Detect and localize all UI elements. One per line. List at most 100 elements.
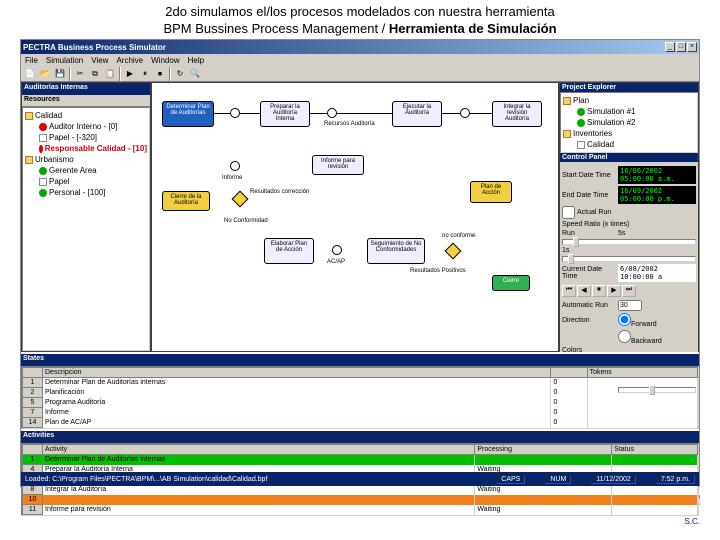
project-tree[interactable]: PlanSimulation #1Simulation #2Inventorie… bbox=[560, 92, 698, 153]
status-date: 11/12/2002 bbox=[591, 475, 636, 484]
node-plan-accion[interactable]: Plan de Acción bbox=[470, 181, 512, 203]
menu-file[interactable]: File bbox=[25, 56, 38, 65]
menu-window[interactable]: Window bbox=[151, 56, 179, 65]
value-start-date[interactable]: 16/06/2002 05:00:00 a.m. bbox=[618, 166, 696, 184]
tree-item[interactable]: Gerente Area bbox=[25, 165, 147, 176]
col-header[interactable] bbox=[23, 368, 43, 378]
node-ejecutar[interactable]: Ejecutar la Auditoría bbox=[392, 101, 442, 127]
label-recursos: Recursos Auditoría bbox=[324, 121, 375, 127]
table-row[interactable]: 7Informe0 bbox=[23, 408, 698, 418]
speed-slider[interactable] bbox=[562, 239, 696, 245]
node-cierre2[interactable]: Cierre bbox=[492, 275, 530, 291]
table-row[interactable]: 10 bbox=[23, 495, 698, 505]
col-header[interactable]: Processing bbox=[475, 445, 612, 455]
node-seguimiento[interactable]: Seguimiento de No Conformidades bbox=[367, 238, 425, 264]
col-header[interactable]: Activity bbox=[43, 445, 475, 455]
label-noconf: No Conformidad bbox=[224, 218, 268, 224]
tb-pause-icon[interactable]: ⏸ bbox=[138, 67, 152, 81]
subtitle-plain: BPM Bussines Process Management / bbox=[163, 21, 388, 36]
tree-icon bbox=[39, 178, 47, 186]
sim-slider[interactable] bbox=[562, 256, 696, 262]
radio-forward[interactable] bbox=[618, 313, 631, 326]
left-panel: Auditorías Internas Resources CalidadAud… bbox=[21, 82, 151, 352]
node-preparar[interactable]: Preparar la Auditoría Interna bbox=[260, 101, 310, 127]
tb-new-icon[interactable]: 📄 bbox=[23, 67, 37, 81]
menu-view[interactable]: View bbox=[91, 56, 108, 65]
tree-item[interactable]: Papel - [-320] bbox=[25, 132, 147, 143]
slide-subtitle: BPM Bussines Process Management / Herram… bbox=[0, 21, 720, 39]
vcr-stop-icon[interactable]: ⏹ bbox=[592, 285, 606, 297]
table-row[interactable]: 1Determinar Plan de Auditorías internas0 bbox=[23, 378, 698, 388]
tree-item[interactable]: Calidad bbox=[563, 139, 695, 150]
states-title: States bbox=[21, 354, 699, 366]
menu-help[interactable]: Help bbox=[188, 56, 204, 65]
process-canvas[interactable]: Determinar Plan de Auditorías Preparar l… bbox=[151, 82, 559, 352]
tb-refresh-icon[interactable]: ↻ bbox=[173, 67, 187, 81]
label-run: Run bbox=[562, 230, 616, 237]
node-integrar[interactable]: Integrar la revisión Auditoría bbox=[492, 101, 542, 127]
states-grid[interactable]: Descripcion Tokens1Determinar Plan de Aud… bbox=[21, 366, 699, 429]
tb-cut-icon[interactable]: ✂ bbox=[73, 67, 87, 81]
table-row[interactable]: 2Planificación0 bbox=[23, 388, 698, 398]
tree-item[interactable]: Papel bbox=[25, 176, 147, 187]
tb-copy-icon[interactable]: ⧉ bbox=[88, 67, 102, 81]
actual-run-checkbox[interactable] bbox=[562, 206, 575, 219]
node-informe-rev[interactable]: Informe para revisión bbox=[312, 155, 364, 175]
logo-sc: S.C. bbox=[0, 517, 700, 526]
node-cierre[interactable]: Cierre de la Auditoría bbox=[162, 191, 210, 211]
ctrl-title: Control Panel bbox=[560, 153, 698, 162]
table-row[interactable]: 5Programa Auditoría0 bbox=[23, 398, 698, 408]
col-header[interactable]: Descripcion bbox=[43, 368, 551, 378]
tb-zoom-icon[interactable]: 🔍 bbox=[188, 67, 202, 81]
titlebar: PECTRA Business Process Simulator _ □ × bbox=[21, 40, 699, 54]
col-header[interactable]: Status bbox=[612, 445, 698, 455]
diamond-icon bbox=[445, 243, 462, 260]
tree-icon bbox=[39, 134, 47, 142]
node-start[interactable]: Determinar Plan de Auditorías bbox=[162, 101, 214, 127]
tree-item[interactable]: Calidad bbox=[25, 110, 147, 121]
vcr-back-icon[interactable]: ◀ bbox=[577, 285, 591, 297]
table-row[interactable]: 1Determinar Plan de Auditorías internas bbox=[23, 455, 698, 465]
menu-simulation[interactable]: Simulation bbox=[46, 56, 83, 65]
tb-open-icon[interactable]: 📂 bbox=[38, 67, 52, 81]
value-end-date[interactable]: 16/09/2002 05:00:00 p.m. bbox=[618, 186, 696, 204]
table-row[interactable]: 14Plan de AC/AP0 bbox=[23, 418, 698, 428]
table-row[interactable]: 8Integrar la AuditoríaWaiting bbox=[23, 485, 698, 495]
radio-backward[interactable] bbox=[618, 330, 631, 343]
tree-item[interactable]: Responsable Calidad - [10] bbox=[25, 143, 147, 154]
tree-item[interactable]: Simulation #1 bbox=[563, 106, 695, 117]
vcr-rewind-icon[interactable]: ⏮ bbox=[562, 285, 576, 297]
tree-item[interactable]: Auditor Interno - [0] bbox=[25, 121, 147, 132]
tree-icon bbox=[39, 123, 47, 131]
col-header[interactable] bbox=[23, 445, 43, 455]
node-elaborar[interactable]: Elaborar Plan de Acción bbox=[264, 238, 314, 264]
vcr-fwd-icon[interactable]: ⏭ bbox=[622, 285, 636, 297]
tree-item[interactable]: Inventories bbox=[563, 128, 695, 139]
tb-save-icon[interactable]: 💾 bbox=[53, 67, 67, 81]
col-header[interactable] bbox=[551, 368, 587, 378]
table-row[interactable]: 11Informe para revisiónWaiting bbox=[23, 505, 698, 515]
maximize-button[interactable]: □ bbox=[676, 42, 686, 52]
tb-play-icon[interactable]: ▶ bbox=[123, 67, 137, 81]
circle-icon bbox=[460, 108, 470, 118]
left-panel-title: Auditorías Internas bbox=[22, 83, 150, 95]
close-button[interactable]: × bbox=[687, 42, 697, 52]
tree-item[interactable]: Simulation #2 bbox=[563, 117, 695, 128]
label-respos: Resultados Positivos bbox=[410, 268, 466, 274]
line-slider[interactable] bbox=[618, 387, 696, 393]
label-acar: AC/AP bbox=[327, 259, 345, 265]
menu-archive[interactable]: Archive bbox=[116, 56, 143, 65]
tree-item[interactable]: Urbanismo bbox=[25, 154, 147, 165]
label-start-date: Start Date Time bbox=[562, 172, 616, 179]
tb-stop-icon[interactable]: ⏹ bbox=[153, 67, 167, 81]
minimize-button[interactable]: _ bbox=[665, 42, 675, 52]
col-header[interactable]: Tokens bbox=[587, 368, 697, 378]
resource-tree[interactable]: CalidadAuditor Interno - [0]Papel - [-32… bbox=[22, 107, 150, 351]
tb-paste-icon[interactable]: 📋 bbox=[103, 67, 117, 81]
tree-item[interactable]: Plan bbox=[563, 95, 695, 106]
label-resultados: Resultados corrección bbox=[250, 189, 309, 195]
tree-item[interactable]: Personal - [100] bbox=[25, 187, 147, 198]
tree-icon bbox=[577, 108, 585, 116]
auto-run-input[interactable] bbox=[618, 300, 642, 311]
vcr-play-icon[interactable]: ▶ bbox=[607, 285, 621, 297]
